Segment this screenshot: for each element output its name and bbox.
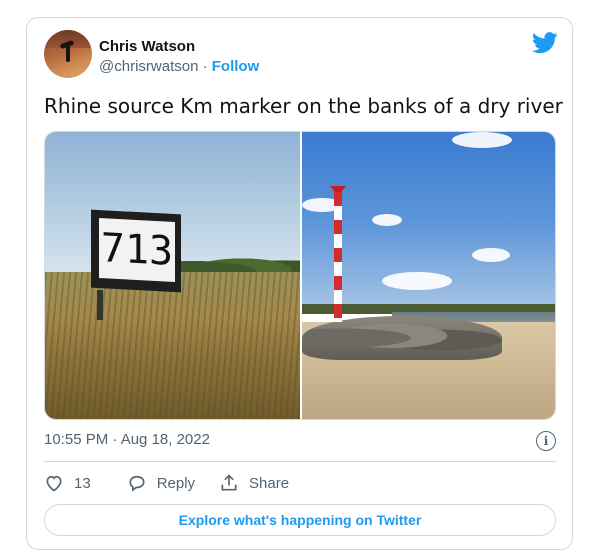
author-name[interactable]: Chris Watson <box>99 38 195 55</box>
author-handle-row: @chrisrwatson · Follow <box>99 58 259 75</box>
share-upload-icon <box>221 474 237 491</box>
reply-label: Reply <box>156 474 196 492</box>
like-count: 13 <box>74 474 91 492</box>
twitter-bird-icon[interactable] <box>532 32 558 54</box>
reply-button[interactable]: Reply <box>127 473 195 493</box>
km-marker-sign: 713 <box>99 218 175 282</box>
tweet-media[interactable]: 713 <box>44 131 556 420</box>
speech-bubble-icon <box>129 475 145 492</box>
tweet-timestamp[interactable]: 10:55 PM · Aug 18, 2022 <box>44 431 210 448</box>
photo-km-marker[interactable]: 713 <box>45 132 300 419</box>
follow-link[interactable]: Follow <box>212 58 260 75</box>
tweet-card: Chris Watson @chrisrwatson · Follow Rhin… <box>26 17 573 550</box>
avatar[interactable] <box>44 30 92 78</box>
share-button[interactable]: Share <box>219 473 289 493</box>
separator: · <box>202 58 208 75</box>
like-button[interactable]: 13 <box>44 473 91 493</box>
action-bar: 13 Reply Share <box>44 471 289 495</box>
divider <box>44 461 556 462</box>
heart-icon <box>46 475 62 492</box>
explore-button[interactable]: Explore what's happening on Twitter <box>44 504 556 536</box>
photo-dry-riverbank[interactable] <box>302 132 555 419</box>
info-icon[interactable]: i <box>536 431 556 451</box>
author-handle[interactable]: @chrisrwatson <box>99 58 198 75</box>
timestamp-row: 10:55 PM · Aug 18, 2022 i <box>44 431 556 453</box>
tweet-text: Rhine source Km marker on the banks of a… <box>44 94 563 118</box>
share-label: Share <box>249 474 290 492</box>
